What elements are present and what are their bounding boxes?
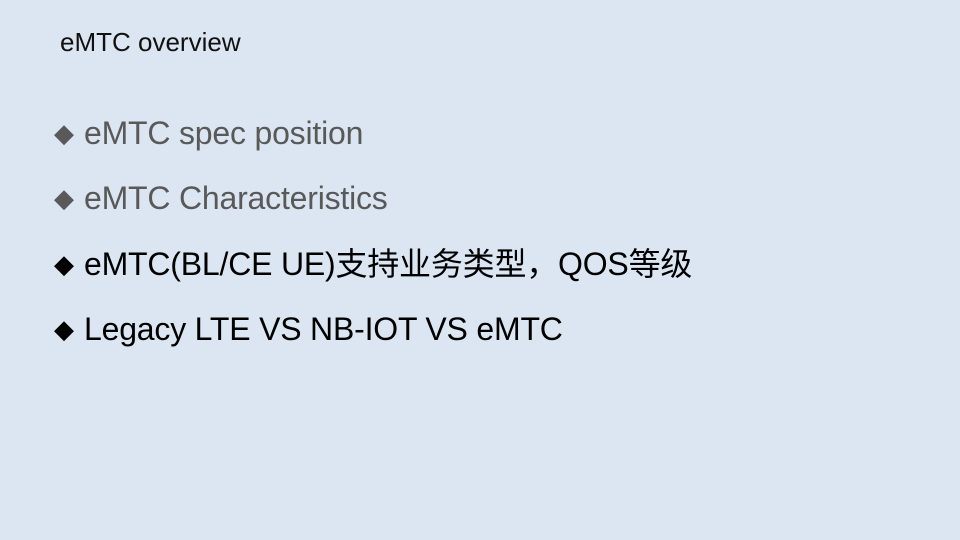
bullet-item-spec-position: ◆ eMTC spec position <box>54 110 692 156</box>
bullet-item-comparison: ◆ Legacy LTE VS NB-IOT VS eMTC <box>54 306 692 352</box>
bullet-item-service-types: ◆ eMTC(BL/CE UE)支持业务类型，QOS等级 <box>54 241 692 287</box>
diamond-bullet-icon: ◆ <box>54 248 74 279</box>
bullet-list: ◆ eMTC spec position ◆ eMTC Characterist… <box>54 110 692 371</box>
slide-title: eMTC overview <box>60 27 241 57</box>
bullet-text: eMTC spec position <box>84 115 364 151</box>
slide: eMTC overview ◆ eMTC spec position ◆ eMT… <box>0 0 960 540</box>
bullet-text: eMTC Characteristics <box>84 180 388 217</box>
diamond-bullet-icon: ◆ <box>54 118 74 148</box>
diamond-bullet-icon: ◆ <box>54 183 74 214</box>
diamond-bullet-icon: ◆ <box>54 313 74 344</box>
bullet-item-characteristics: ◆ eMTC Characteristics <box>54 175 692 221</box>
bullet-text: eMTC(BL/CE UE)支持业务类型，QOS等级 <box>84 245 693 282</box>
bullet-text: Legacy LTE VS NB-IOT VS eMTC <box>84 310 563 347</box>
